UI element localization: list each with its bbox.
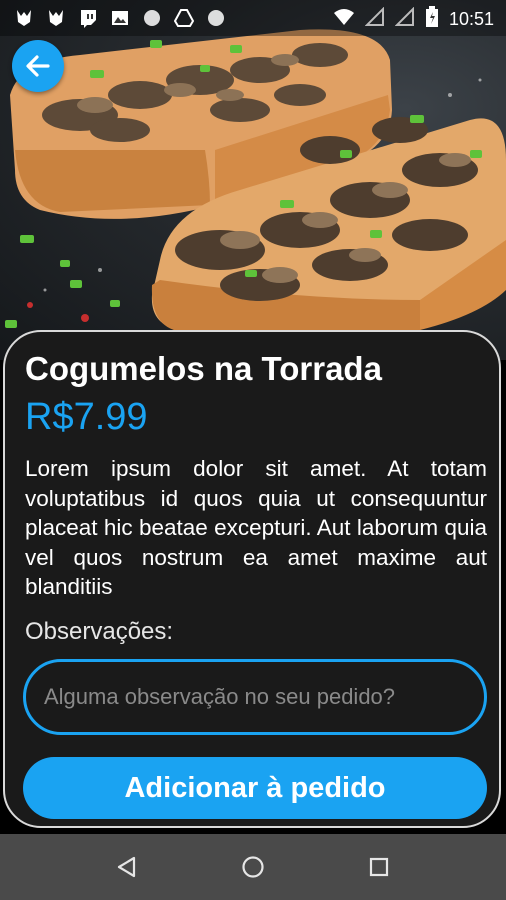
twitch-icon: [78, 8, 98, 28]
hero-food-image: [0, 0, 506, 360]
circle-icon: [206, 8, 226, 28]
nav-home-button[interactable]: [238, 852, 268, 882]
product-card: Cogumelos na Torrada R$7.99 Lorem ipsum …: [3, 330, 501, 828]
notification-icons: [14, 8, 226, 28]
system-icons: 10:51: [333, 6, 494, 33]
wifi-icon: [333, 7, 355, 32]
navigation-bar: [0, 834, 506, 900]
circle-home-icon: [242, 856, 264, 878]
signal-icon: [394, 6, 415, 32]
signal-icon: [364, 6, 385, 32]
app-icon: [46, 8, 66, 28]
notes-label: Observações:: [25, 618, 174, 645]
back-button[interactable]: [12, 40, 64, 92]
clock: 10:51: [448, 9, 494, 29]
square-recents-icon: [369, 857, 389, 877]
nav-recents-button[interactable]: [364, 852, 394, 882]
product-price: R$7.99: [25, 396, 148, 438]
circle-icon: [142, 8, 162, 28]
arrow-left-icon: [26, 55, 50, 77]
add-to-order-button[interactable]: Adicionar à pedido: [23, 757, 487, 819]
app-icon: [14, 8, 34, 28]
triangle-back-icon: [117, 856, 136, 878]
image-icon: [110, 8, 130, 28]
product-title: Cogumelos na Torrada: [25, 350, 382, 387]
battery-icon: [425, 6, 439, 33]
status-bar: 10:51: [0, 0, 506, 36]
product-description: Lorem ipsum dolor sit amet. At totam vol…: [25, 456, 487, 599]
nav-back-button[interactable]: [112, 852, 142, 882]
notes-input[interactable]: [23, 659, 487, 735]
drive-icon: [173, 8, 195, 28]
